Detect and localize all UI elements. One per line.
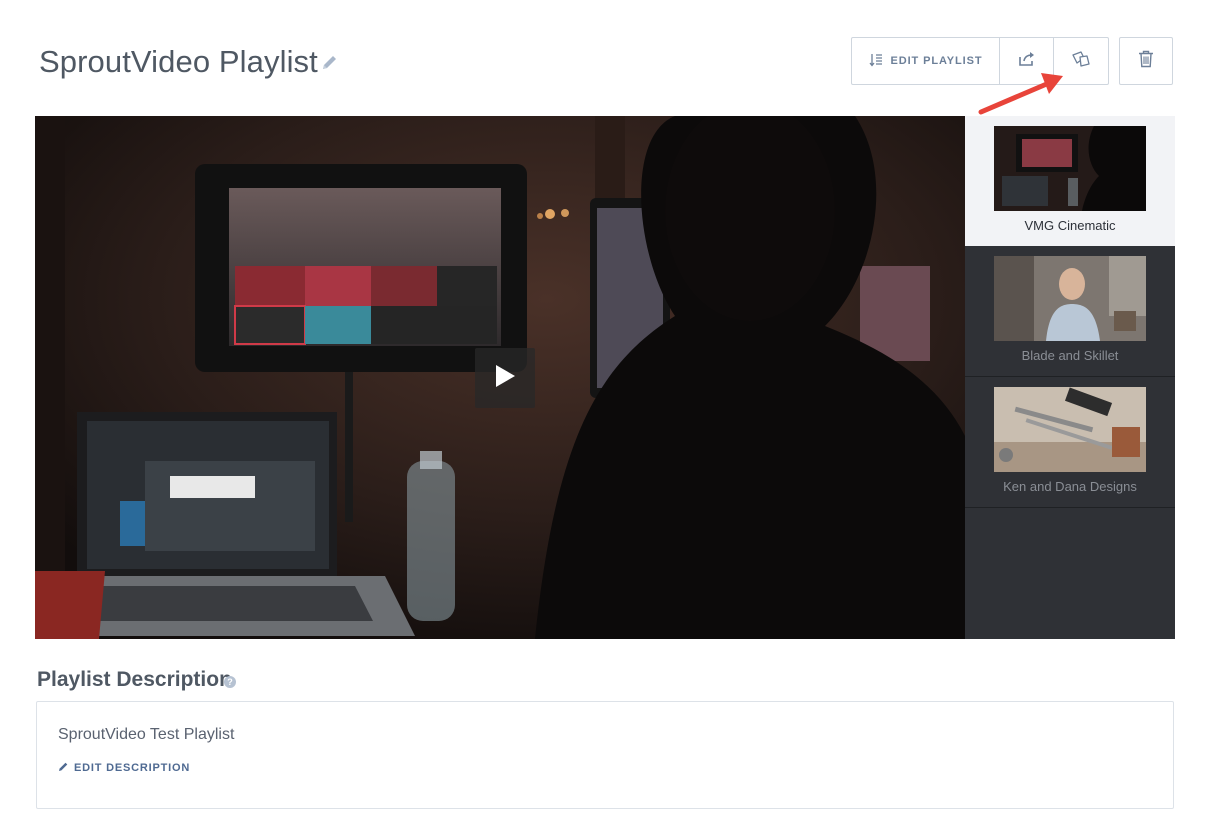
pencil-icon[interactable] (320, 53, 340, 73)
annotation-arrow (978, 73, 1063, 115)
playlist-item[interactable]: Ken and Dana Designs (965, 377, 1175, 508)
playlist-item[interactable]: Blade and Skillet (965, 246, 1175, 377)
page-title: SproutVideo Playlist (39, 44, 318, 79)
description-panel: SproutVideo Test Playlist EDIT DESCRIPTI… (36, 701, 1174, 809)
delete-group (1119, 37, 1173, 85)
playlist-sidebar: VMG Cinematic Blade and Skillet Ken and … (965, 116, 1175, 639)
description-text: SproutVideo Test Playlist (58, 726, 235, 743)
video-frame[interactable] (35, 116, 965, 639)
playlist-thumbnail (994, 387, 1146, 472)
video-player: VMG Cinematic Blade and Skillet Ken and … (35, 116, 1175, 639)
description-heading: Playlist Description (37, 668, 232, 691)
play-button[interactable] (475, 348, 535, 408)
playlist-item-label: Ken and Dana Designs (1003, 479, 1137, 494)
edit-playlist-label: EDIT PLAYLIST (890, 55, 983, 67)
question-icon[interactable]: ? (224, 676, 236, 688)
trash-icon (1138, 50, 1154, 73)
sort-list-icon (868, 53, 883, 70)
delete-button[interactable] (1120, 38, 1172, 84)
edit-description-link[interactable]: EDIT DESCRIPTION (58, 761, 190, 775)
playlist-item-label: VMG Cinematic (1024, 218, 1116, 233)
play-icon (494, 364, 516, 393)
playlist-thumbnail (994, 126, 1146, 211)
playlist-item-label: Blade and Skillet (1021, 348, 1119, 363)
playlist-thumbnail (994, 256, 1146, 341)
playlist-item[interactable]: VMG Cinematic (965, 116, 1175, 246)
edit-description-label: EDIT DESCRIPTION (74, 762, 191, 774)
pencil-icon (58, 761, 69, 775)
